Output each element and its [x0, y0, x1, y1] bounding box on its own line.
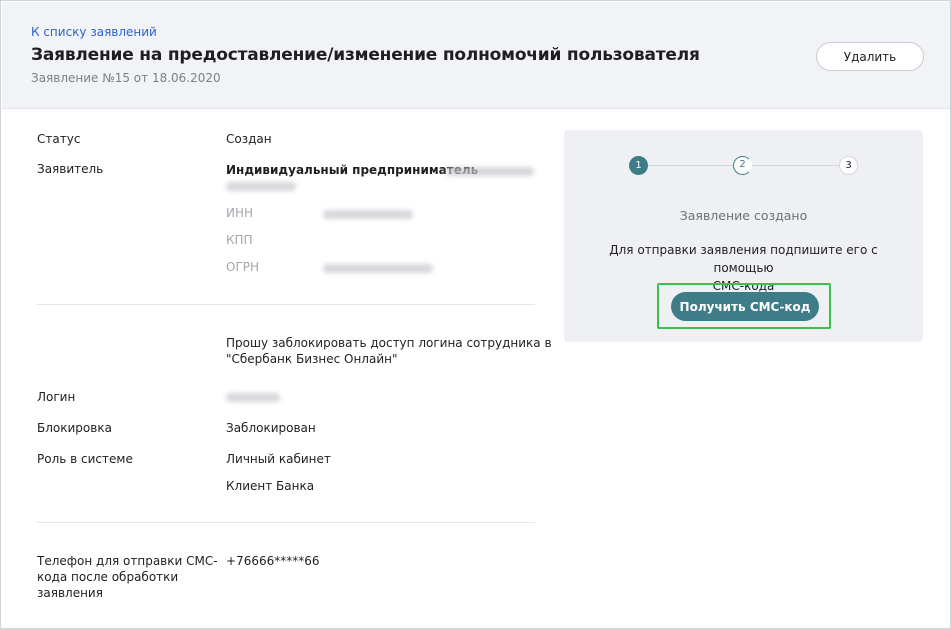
applicant-value: Индивидуальный предприниматель — [226, 163, 479, 177]
page-title: Заявление на предоставление/изменение по… — [31, 45, 700, 65]
back-to-list-link[interactable]: К списку заявлений — [31, 25, 157, 39]
signing-panel: 1 2 3 Заявление создано Для отправки зая… — [564, 130, 923, 342]
phone-label-line1: Телефон для отправки СМС- — [37, 554, 218, 568]
phone-label-line2: кода после обработки — [37, 570, 179, 584]
step-3-indicator: 3 — [839, 156, 858, 175]
applicant-label: Заявитель — [37, 162, 104, 176]
section-divider — [37, 304, 535, 305]
request-text-line1: Прошу заблокировать доступ логина сотруд… — [226, 336, 552, 350]
get-sms-code-button[interactable]: Получить СМС-код — [671, 292, 819, 321]
panel-status-title: Заявление создано — [679, 208, 808, 223]
application-page: К списку заявлений Заявление на предоста… — [0, 0, 951, 629]
block-value: Заблокирован — [226, 421, 316, 435]
page-subtitle: Заявление №15 от 18.06.2020 — [31, 71, 221, 85]
inn-label: ИНН — [226, 206, 254, 220]
ogrn-label: ОГРН — [226, 260, 260, 274]
delete-button[interactable]: Удалить — [816, 42, 924, 71]
step-connector — [752, 165, 839, 166]
phone-value: +76666*****66 — [226, 554, 320, 568]
kpp-label: КПП — [226, 233, 253, 247]
login-label: Логин — [37, 390, 76, 404]
ogrn-value-redacted — [323, 264, 433, 273]
role-value-2: Клиент Банка — [226, 479, 315, 493]
sms-button-highlight: Получить СМС-код — [657, 283, 831, 329]
page-header: К списку заявлений Заявление на предоста… — [2, 2, 950, 109]
status-label: Статус — [37, 132, 81, 146]
applicant-name-redacted-line2 — [226, 182, 296, 191]
inn-value-redacted — [323, 210, 413, 219]
status-value: Создан — [226, 132, 272, 146]
step-2-indicator: 2 — [733, 156, 752, 175]
applicant-name-redacted — [446, 167, 534, 176]
step-connector — [648, 165, 733, 166]
request-text-line2: "Сбербанк Бизнес Онлайн" — [226, 352, 398, 366]
phone-label-line3: заявления — [37, 586, 103, 600]
section-divider — [37, 522, 535, 523]
role-label: Роль в системе — [37, 452, 133, 466]
login-value-redacted — [226, 393, 280, 402]
block-label: Блокировка — [37, 421, 112, 435]
role-value-1: Личный кабинет — [226, 452, 331, 466]
step-1-indicator: 1 — [629, 156, 648, 175]
panel-description-line1: Для отправки заявления подпишите его с п… — [609, 243, 878, 275]
